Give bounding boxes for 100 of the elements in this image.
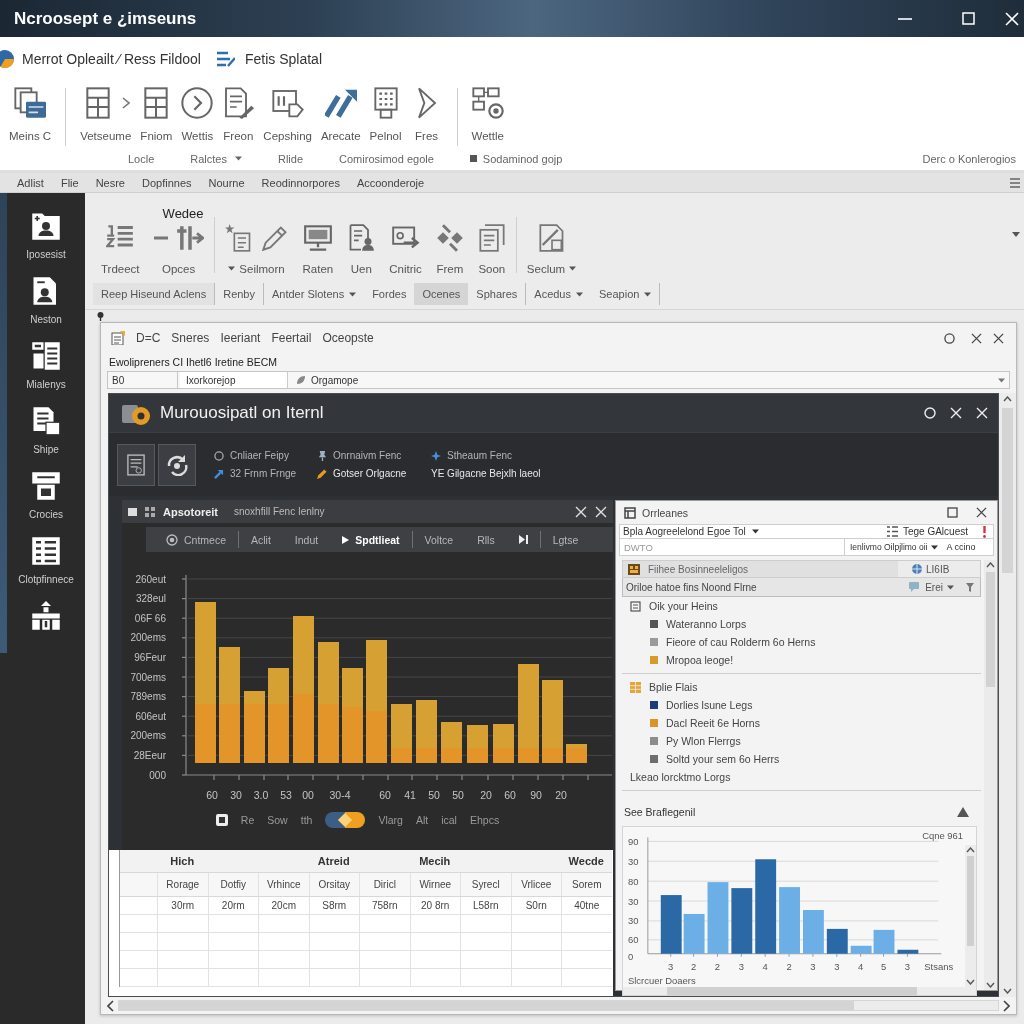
filter-dropdown[interactable]: Ienlivmo Oilpjlimo oii (845, 539, 944, 556)
command-button[interactable]: Sphares (468, 283, 527, 305)
tree-item[interactable]: Dacl Reeit 6e Horns (666, 717, 760, 729)
command-button[interactable]: Fordes (364, 283, 415, 305)
menu-item[interactable]: D=C (136, 331, 161, 345)
menu-item[interactable]: Flie (60, 176, 79, 189)
caret-down-icon[interactable] (998, 377, 1005, 383)
scrollbar-thumb[interactable] (986, 572, 995, 687)
close-icon[interactable] (976, 507, 987, 518)
option-label[interactable]: YE Gilgacne Bejxlh laeol (431, 468, 541, 479)
menu-item[interactable]: Adlist (17, 176, 44, 189)
ribbon-button[interactable]: Meins C (6, 86, 55, 142)
toolbar-tab[interactable]: Spdtlieat (330, 531, 413, 548)
ribbon-button[interactable]: Cepshing (260, 86, 315, 142)
filter-icon[interactable] (966, 582, 974, 592)
tree-item[interactable]: Dorlies lsune Legs (666, 699, 753, 711)
caret-up-icon[interactable] (966, 847, 976, 853)
command-button[interactable]: Antder Slotens (264, 283, 365, 305)
ribbon-button[interactable]: Seilmorn (222, 223, 291, 275)
legend-label[interactable]: Re (240, 814, 255, 826)
ribbon-button[interactable]: Cnitric (387, 223, 424, 275)
option-label[interactable]: Cnliaer Feipy (230, 450, 289, 461)
horizontal-scrollbar[interactable] (118, 1000, 999, 1011)
ribbon-button[interactable]: Pelnol (366, 86, 405, 142)
column-header[interactable]: Vrhince (258, 873, 309, 896)
chevron-right-icon[interactable] (1003, 999, 1010, 1012)
name-box[interactable]: B0 (108, 372, 178, 388)
ribbon-button[interactable]: Uen (345, 223, 378, 275)
vertical-scrollbar[interactable] (984, 560, 997, 990)
toggle-switch[interactable] (325, 812, 366, 828)
column-header[interactable]: Dotfiy (207, 873, 258, 896)
caret-up-icon[interactable] (1003, 396, 1012, 402)
command-button[interactable]: Ocenes (414, 283, 469, 305)
option-label[interactable]: Onrnaivm Fenc (333, 450, 402, 461)
toolbar-tab[interactable]: Rlls (465, 531, 507, 548)
toolbar-button[interactable] (158, 443, 196, 486)
sidebar-item[interactable]: Clotpfinnece (18, 536, 74, 593)
ribbon-button[interactable]: Trdeect (99, 223, 142, 275)
close-icon[interactable] (971, 332, 982, 344)
text-button[interactable]: A ccino (943, 539, 994, 556)
option-label[interactable]: Stheaum Fenc (447, 450, 513, 461)
command-button[interactable]: Seapion (591, 283, 661, 305)
view-dropdown[interactable]: Erei (925, 581, 954, 593)
skip-forward-icon[interactable] (518, 535, 528, 544)
legend-label[interactable]: ical (441, 814, 457, 826)
group-dropdown[interactable]: Ralctes (190, 152, 242, 165)
square-icon[interactable] (215, 814, 228, 826)
command-button[interactable]: Acedus (526, 283, 591, 305)
caret-up-icon[interactable] (986, 562, 995, 568)
breadcrumb[interactable]: Merrot Opleailt ⁄ Ress Fildool (22, 50, 201, 67)
tree-item[interactable]: Soltd your sem 6o Herrs (666, 753, 780, 765)
sidebar-item[interactable]: Iposesist (26, 211, 66, 268)
ribbon-button[interactable]: Arecate (317, 86, 364, 142)
tree-item[interactable]: Fieore of cau Rolderm 6o Herns (666, 636, 816, 648)
ribbon-button[interactable]: Vetseume (77, 86, 135, 142)
scrollbar-thumb[interactable] (1002, 408, 1013, 573)
option-label[interactable]: 32 Frnm Frnge (230, 468, 297, 479)
tree-item[interactable]: Bplie Flais (649, 681, 698, 693)
text-field[interactable]: Orgamope (288, 372, 998, 388)
option-label[interactable]: Gotser Orlgacne (333, 468, 407, 479)
vertical-scrollbar[interactable] (965, 845, 976, 987)
caret-down-icon[interactable] (1012, 231, 1020, 237)
maximize-icon[interactable] (947, 507, 958, 518)
command-button[interactable]: Renby (215, 283, 264, 305)
horizontal-scrollbar[interactable] (623, 987, 976, 995)
menu-item[interactable]: Nesre (95, 176, 125, 189)
tree-item[interactable]: Py Wlon Flerrgs (666, 735, 741, 747)
column-header[interactable]: Sorem (561, 873, 612, 896)
close-icon[interactable] (993, 332, 1004, 344)
search-field[interactable]: DWTO (619, 539, 845, 556)
column-header[interactable]: Vrlicee (510, 873, 561, 896)
menu-item[interactable]: Feertail (271, 331, 312, 345)
column-header[interactable]: Rorage (157, 873, 208, 896)
sidebar-item[interactable]: Crocies (29, 471, 63, 528)
command-button[interactable]: Reep Hiseund Aclens (93, 283, 216, 305)
column-header[interactable]: Syrecl (460, 873, 511, 896)
menu-item[interactable]: Dopfinnes (142, 176, 192, 189)
menu-item[interactable]: Accoonderoje (356, 176, 425, 189)
vertical-scrollbar[interactable] (999, 393, 1016, 997)
toolbar-tab[interactable]: Aclit (239, 531, 283, 548)
sidebar-item[interactable]: Shipe (31, 406, 61, 463)
ribbon-button[interactable]: Opces (151, 223, 206, 275)
ribbon-button[interactable]: Wettis (178, 86, 217, 142)
scrollbar-thumb[interactable] (667, 987, 917, 995)
ribbon-button[interactable]: Wettle (468, 86, 507, 142)
legend-label[interactable]: Alt (415, 814, 429, 826)
chevron-left-icon[interactable] (107, 999, 114, 1012)
input-field[interactable]: Ixorkorejop (180, 372, 288, 388)
ribbon-button[interactable]: Freon (219, 86, 258, 142)
ribbon-button[interactable]: Seclum (524, 223, 579, 275)
triangle-icon[interactable] (957, 807, 969, 817)
ribbon-button[interactable]: Soon (475, 223, 508, 275)
tree-item[interactable]: Lkeao lorcktmo Lorgs (630, 771, 731, 783)
circle-icon[interactable] (944, 332, 955, 344)
tree-item[interactable]: Mropoa leoge! (666, 654, 734, 666)
legend-label[interactable]: Sow (267, 814, 288, 826)
tree-item[interactable]: Oik your Heins (649, 600, 718, 612)
scrollbar-thumb[interactable] (967, 856, 975, 946)
column-header[interactable]: Diricl (359, 873, 410, 896)
menu-item[interactable]: Oceopste (322, 331, 374, 345)
